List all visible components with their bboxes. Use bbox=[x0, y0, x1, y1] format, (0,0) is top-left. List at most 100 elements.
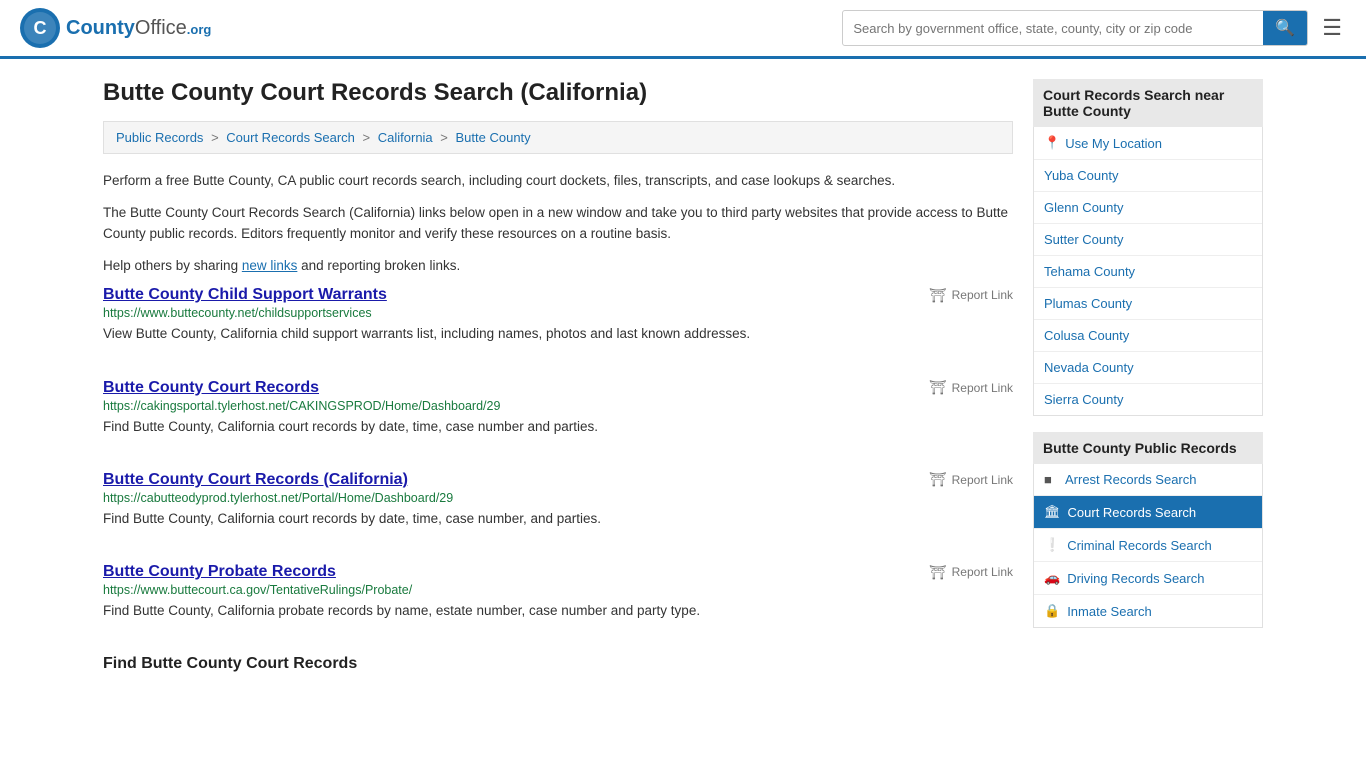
new-links-link[interactable]: new links bbox=[242, 258, 298, 273]
inmate-icon: 🔒 bbox=[1044, 603, 1060, 619]
arrest-records-link[interactable]: Arrest Records Search bbox=[1065, 472, 1197, 487]
sidebar-item-sutter[interactable]: Sutter County bbox=[1034, 224, 1262, 256]
content-area: Butte County Court Records Search (Calif… bbox=[103, 79, 1013, 677]
results-list: Butte County Child Support Warrants ⛩ Re… bbox=[103, 286, 1013, 631]
intro-text-1: Perform a free Butte County, CA public c… bbox=[103, 170, 1013, 192]
breadcrumb: Public Records > Court Records Search > … bbox=[103, 121, 1013, 154]
result-item-0: Butte County Child Support Warrants ⛩ Re… bbox=[103, 286, 1013, 354]
intro-text-3: Help others by sharing new links and rep… bbox=[103, 255, 1013, 277]
use-location-link[interactable]: Use My Location bbox=[1065, 136, 1162, 151]
court-icon: 🏛 bbox=[1044, 504, 1061, 520]
driving-records-link[interactable]: Driving Records Search bbox=[1067, 571, 1204, 586]
breadcrumb-california[interactable]: California bbox=[378, 130, 433, 145]
result-desc-1: Find Butte County, California court reco… bbox=[103, 417, 1013, 437]
pub-records-driving[interactable]: 🚗 Driving Records Search bbox=[1034, 562, 1262, 595]
pub-records-inmate[interactable]: 🔒 Inmate Search bbox=[1034, 595, 1262, 627]
result-url-1[interactable]: https://cakingsportal.tylerhost.net/CAKI… bbox=[103, 399, 1013, 413]
logo-area: C CountyOffice.org bbox=[20, 8, 211, 48]
svg-text:C: C bbox=[34, 18, 47, 38]
yuba-county-link[interactable]: Yuba County bbox=[1044, 168, 1118, 183]
result-title-row-1: Butte County Court Records ⛩ Report Link bbox=[103, 379, 1013, 397]
sidebar-item-plumas[interactable]: Plumas County bbox=[1034, 288, 1262, 320]
report-link-2[interactable]: ⛩ Report Link bbox=[929, 471, 1013, 488]
result-title-2[interactable]: Butte County Court Records (California) bbox=[103, 471, 408, 489]
nevada-county-link[interactable]: Nevada County bbox=[1044, 360, 1134, 375]
sierra-county-link[interactable]: Sierra County bbox=[1044, 392, 1123, 407]
result-url-0[interactable]: https://www.buttecounty.net/childsupport… bbox=[103, 306, 1013, 320]
sidebar: Court Records Search near Butte County 📍… bbox=[1033, 79, 1263, 677]
breadcrumb-sep2: > bbox=[363, 130, 374, 145]
report-label-0: Report Link bbox=[952, 288, 1013, 302]
pub-records-court[interactable]: 🏛 Court Records Search bbox=[1034, 496, 1262, 529]
result-desc-0: View Butte County, California child supp… bbox=[103, 324, 1013, 344]
report-icon-3: ⛩ bbox=[929, 564, 947, 581]
nearby-section: Court Records Search near Butte County 📍… bbox=[1033, 79, 1263, 416]
intro3-prefix: Help others by sharing bbox=[103, 258, 242, 273]
result-title-1[interactable]: Butte County Court Records bbox=[103, 379, 319, 397]
logo-text: CountyOffice.org bbox=[66, 17, 211, 40]
result-url-2[interactable]: https://cabutteodyprod.tylerhost.net/Por… bbox=[103, 491, 1013, 505]
main-container: Butte County Court Records Search (Calif… bbox=[83, 59, 1283, 697]
header-right: 🔍 ☰ bbox=[842, 10, 1346, 46]
sidebar-item-nevada[interactable]: Nevada County bbox=[1034, 352, 1262, 384]
report-label-1: Report Link bbox=[952, 381, 1013, 395]
search-bar: 🔍 bbox=[842, 10, 1308, 46]
nearby-county-list: 📍 Use My Location Yuba County Glenn Coun… bbox=[1033, 127, 1263, 416]
breadcrumb-court-records[interactable]: Court Records Search bbox=[226, 130, 355, 145]
pin-icon: 📍 bbox=[1044, 135, 1060, 151]
sidebar-item-glenn[interactable]: Glenn County bbox=[1034, 192, 1262, 224]
use-location-inner: 📍 Use My Location bbox=[1044, 135, 1252, 151]
inmate-search-link[interactable]: Inmate Search bbox=[1067, 604, 1152, 619]
sutter-county-link[interactable]: Sutter County bbox=[1044, 232, 1124, 247]
criminal-records-link[interactable]: Criminal Records Search bbox=[1067, 538, 1212, 553]
sidebar-item-tehama[interactable]: Tehama County bbox=[1034, 256, 1262, 288]
use-location-item[interactable]: 📍 Use My Location bbox=[1034, 127, 1262, 160]
sidebar-item-colusa[interactable]: Colusa County bbox=[1034, 320, 1262, 352]
result-title-row-2: Butte County Court Records (California) … bbox=[103, 471, 1013, 489]
breadcrumb-public-records[interactable]: Public Records bbox=[116, 130, 203, 145]
public-records-section-title: Butte County Public Records bbox=[1033, 432, 1263, 464]
driving-icon: 🚗 bbox=[1044, 570, 1060, 586]
hamburger-icon: ☰ bbox=[1322, 15, 1342, 40]
result-title-0[interactable]: Butte County Child Support Warrants bbox=[103, 286, 387, 304]
header: C CountyOffice.org 🔍 ☰ bbox=[0, 0, 1366, 59]
report-label-3: Report Link bbox=[952, 565, 1013, 579]
logo-icon: C bbox=[20, 8, 60, 48]
arrest-icon: ■ bbox=[1044, 472, 1058, 487]
result-desc-3: Find Butte County, California probate re… bbox=[103, 601, 1013, 621]
result-title-3[interactable]: Butte County Probate Records bbox=[103, 563, 336, 581]
search-input[interactable] bbox=[843, 14, 1263, 43]
report-icon-1: ⛩ bbox=[929, 379, 947, 396]
pub-records-criminal[interactable]: ❕ Criminal Records Search bbox=[1034, 529, 1262, 562]
colusa-county-link[interactable]: Colusa County bbox=[1044, 328, 1129, 343]
court-records-link[interactable]: Court Records Search bbox=[1068, 505, 1197, 520]
glenn-county-link[interactable]: Glenn County bbox=[1044, 200, 1124, 215]
pub-records-arrest[interactable]: ■ Arrest Records Search bbox=[1034, 464, 1262, 496]
sidebar-item-yuba[interactable]: Yuba County bbox=[1034, 160, 1262, 192]
tehama-county-link[interactable]: Tehama County bbox=[1044, 264, 1135, 279]
report-icon-2: ⛩ bbox=[929, 471, 947, 488]
plumas-county-link[interactable]: Plumas County bbox=[1044, 296, 1132, 311]
public-records-list: ■ Arrest Records Search 🏛 Court Records … bbox=[1033, 464, 1263, 628]
result-title-row-3: Butte County Probate Records ⛩ Report Li… bbox=[103, 563, 1013, 581]
report-link-1[interactable]: ⛩ Report Link bbox=[929, 379, 1013, 396]
search-button[interactable]: 🔍 bbox=[1263, 11, 1307, 45]
intro3-suffix: and reporting broken links. bbox=[297, 258, 460, 273]
sidebar-item-sierra[interactable]: Sierra County bbox=[1034, 384, 1262, 415]
breadcrumb-butte-county[interactable]: Butte County bbox=[456, 130, 531, 145]
menu-button[interactable]: ☰ bbox=[1318, 11, 1346, 45]
result-item-3: Butte County Probate Records ⛩ Report Li… bbox=[103, 563, 1013, 631]
report-link-3[interactable]: ⛩ Report Link bbox=[929, 564, 1013, 581]
result-item-2: Butte County Court Records (California) … bbox=[103, 471, 1013, 539]
report-icon-0: ⛩ bbox=[929, 287, 947, 304]
search-icon: 🔍 bbox=[1275, 20, 1295, 37]
breadcrumb-sep3: > bbox=[440, 130, 451, 145]
report-link-0[interactable]: ⛩ Report Link bbox=[929, 287, 1013, 304]
result-title-row-0: Butte County Child Support Warrants ⛩ Re… bbox=[103, 286, 1013, 304]
breadcrumb-sep1: > bbox=[211, 130, 222, 145]
intro-text-2: The Butte County Court Records Search (C… bbox=[103, 202, 1013, 245]
result-item-1: Butte County Court Records ⛩ Report Link… bbox=[103, 379, 1013, 447]
report-label-2: Report Link bbox=[952, 473, 1013, 487]
nearby-section-title: Court Records Search near Butte County bbox=[1033, 79, 1263, 127]
result-url-3[interactable]: https://www.buttecourt.ca.gov/TentativeR… bbox=[103, 583, 1013, 597]
